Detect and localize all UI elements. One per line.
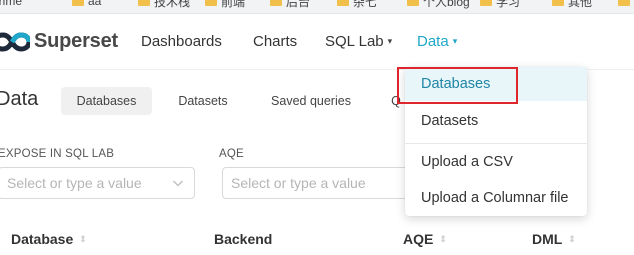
bookmark-label: 其他 [568,0,593,9]
bookmark-item[interactable]: 杂七 [337,0,378,9]
folder-icon [138,0,150,6]
subtab-saved-queries-label: Saved queries [271,94,351,108]
bookmark-item[interactable]: 技术栈 [138,0,191,9]
nav-sql-lab[interactable]: SQL Lab ▾ [325,33,392,50]
brand-name: Superset [34,30,118,52]
nav-charts[interactable]: Charts [253,33,297,50]
sort-icon: ⇕ [439,233,447,244]
top-navbar: Superset Dashboards Charts SQL Lab ▾ Dat… [0,14,634,70]
superset-logo[interactable]: Superset [0,30,118,53]
bookmark-label: 后台 [286,0,311,9]
page-title: Data [0,88,39,110]
folder-icon [205,0,217,6]
filter-aqe-label: AQE [219,148,244,160]
nav-data[interactable]: Data ▾ [417,33,457,50]
menu-item-upload-columnar-file[interactable]: Upload a Columnar file [405,181,587,215]
chevron-down-icon [173,180,183,187]
sort-icon: ⇕ [79,233,87,244]
bookmark-label: 杂七 [353,0,378,9]
column-header-label: Backend [214,231,273,247]
nav-charts-label: Charts [253,33,298,50]
column-header-backend: Backend [214,231,272,247]
folder-icon [270,0,282,6]
filter-aqe-select[interactable]: Select or type a value [222,167,412,199]
bookmark-label: 前端 [221,0,246,9]
folder-icon [407,0,419,6]
column-header-label: AQE [403,231,434,247]
nav-data-label: Data [417,33,449,50]
menu-item-label: Datasets [421,113,479,129]
sort-icon: ⇕ [568,233,576,244]
bookmark-label: 个人blog [423,0,470,9]
column-header-label: Database [11,231,74,247]
menu-item-datasets[interactable]: Datasets [405,104,587,138]
subtab-databases-label: Databases [76,94,137,108]
folder-icon [480,0,492,6]
column-header-database[interactable]: Database ⇕ [11,231,87,247]
menu-item-label: Upload a Columnar file [421,190,569,206]
filter-placeholder: Select or type a value [7,175,142,191]
caret-down-icon: ▾ [387,36,393,46]
bookmarks-bar: prime aa 技术栈 前端 后台 杂七 个人blog 学习 其他 文档 [0,0,634,14]
nav-dashboards[interactable]: Dashboards [141,33,222,50]
filter-placeholder: Select or type a value [231,175,366,191]
menu-divider [405,143,587,144]
bookmark-item[interactable]: 其他 [552,0,593,9]
folder-icon [337,0,349,6]
nav-sql-lab-label: SQL Lab [325,33,384,50]
menu-item-upload-csv[interactable]: Upload a CSV [405,145,587,179]
bookmark-item[interactable]: 文档 [618,0,634,8]
superset-logo-icon [0,31,30,52]
bookmark-label: 学习 [496,0,521,9]
subtab-datasets-label: Datasets [178,94,228,108]
folder-icon [552,0,564,6]
bookmark-item[interactable]: 学习 [480,0,521,9]
column-header-dml[interactable]: DML ⇕ [532,231,576,247]
bookmark-label: 技术栈 [154,0,191,9]
bookmark-label: aa [88,0,102,8]
subtab-databases[interactable]: Databases [61,87,152,115]
nav-dashboards-label: Dashboards [141,33,222,50]
caret-down-icon: ▾ [452,36,458,46]
bookmark-item[interactable]: 个人blog [407,0,470,9]
column-header-aqe[interactable]: AQE ⇕ [403,231,447,247]
menu-item-label: Upload a CSV [421,154,513,170]
filter-expose-in-sql-lab-label: EXPOSE IN SQL LAB [0,148,115,160]
annotation-highlight-box [397,67,518,104]
folder-icon [72,0,84,6]
bookmark-item[interactable]: 前端 [205,0,246,9]
column-header-label: DML [532,231,563,247]
subtab-datasets[interactable]: Datasets [165,87,241,115]
filter-expose-in-sql-lab-select[interactable]: Select or type a value [0,167,195,199]
folder-icon [618,0,630,6]
bookmark-item[interactable]: 后台 [270,0,311,9]
bookmark-label: prime [0,0,23,8]
bookmark-item[interactable]: prime [0,0,22,8]
subtab-saved-queries[interactable]: Saved queries [260,87,362,115]
bookmark-item[interactable]: aa [72,0,101,8]
